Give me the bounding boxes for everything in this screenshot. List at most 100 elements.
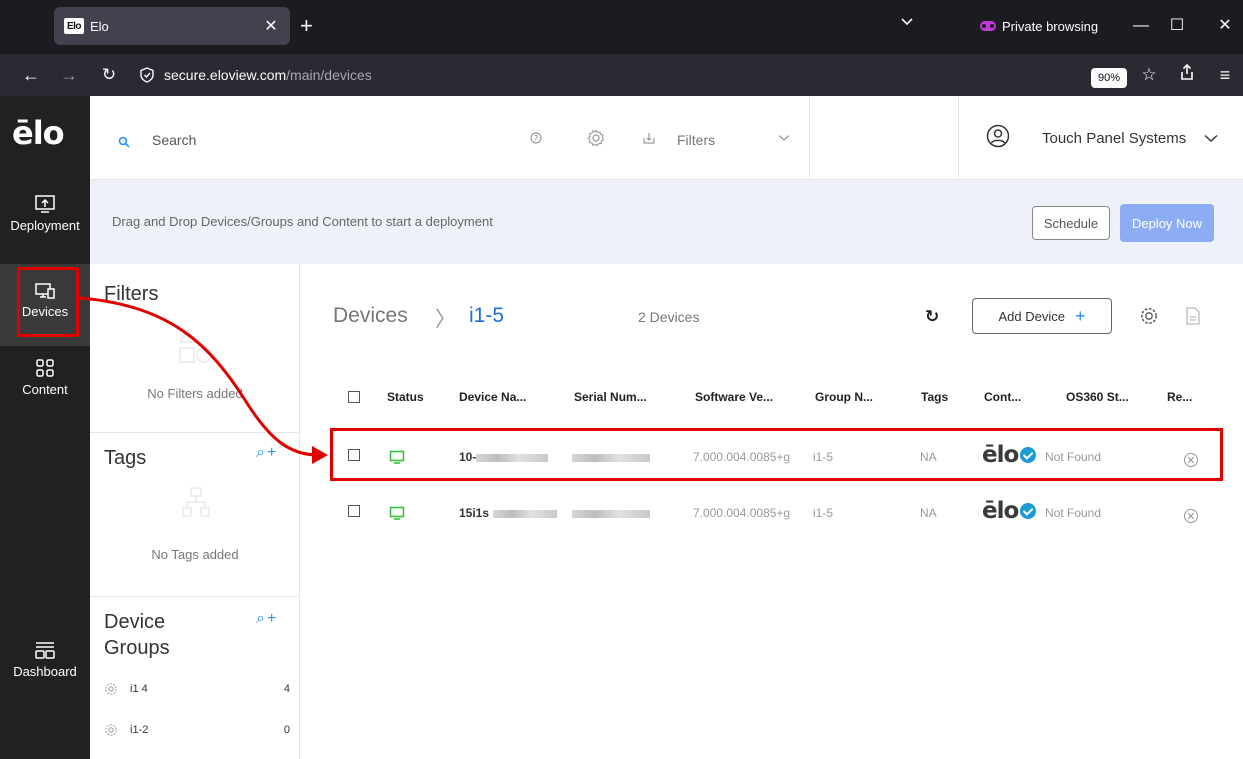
forward-arrow-icon[interactable]: → — [56, 62, 82, 88]
search-icon[interactable] — [118, 136, 130, 148]
column-header-group-name[interactable]: Group N... — [815, 390, 873, 404]
select-all-checkbox[interactable] — [348, 391, 360, 403]
breadcrumb-devices[interactable]: Devices — [333, 304, 408, 328]
devices-main: Devices 〉 i1-5 2 Devices ↻ Add Device + … — [301, 264, 1243, 759]
serial-number-cell — [572, 506, 650, 520]
reload-icon[interactable]: ↻ — [96, 62, 122, 88]
group-name: i1 4 — [130, 683, 148, 695]
help-icon[interactable]: ? — [530, 132, 542, 147]
panel-divider — [90, 596, 300, 597]
tab-list-chevron-icon[interactable] — [900, 14, 914, 30]
header-divider — [809, 96, 810, 180]
share-icon[interactable] — [1174, 62, 1200, 88]
nav-label-deployment: Deployment — [10, 218, 80, 233]
refresh-icon[interactable]: ↻ — [925, 307, 939, 327]
window-close-icon[interactable]: ✕ — [1210, 12, 1240, 40]
remove-circle-x-icon[interactable] — [1183, 508, 1199, 524]
svg-text:?: ? — [534, 134, 538, 143]
devices-highlight-box — [17, 267, 79, 337]
software-version-cell: 7.000.004.0085+g — [693, 506, 791, 520]
filters-dropdown[interactable]: Filters — [677, 132, 715, 148]
add-device-label: Add Device — [998, 308, 1065, 324]
column-header-os360-status[interactable]: OS360 St... — [1066, 390, 1129, 404]
column-header-software-version[interactable]: Software Ve... — [695, 390, 773, 404]
groups-search-add-icon[interactable]: ⌕+ — [256, 610, 278, 628]
deployment-banner: Drag and Drop Devices/Groups and Content… — [90, 180, 1243, 264]
column-header-serial-number[interactable]: Serial Num... — [574, 390, 647, 404]
device-count: 2 Devices — [638, 309, 700, 325]
side-navigation: ēlo Deployment Devices Content Dashboard — [0, 96, 90, 759]
url-host: secure.eloview.com — [164, 67, 287, 83]
bookmark-star-icon[interactable]: ☆ — [1136, 62, 1162, 88]
export-document-icon[interactable] — [1185, 306, 1201, 326]
nav-item-content[interactable]: Content — [0, 358, 90, 412]
minimize-icon[interactable]: — — [1126, 12, 1156, 40]
nav-label-content: Content — [22, 382, 68, 397]
elo-favicon-icon: Elo — [64, 18, 84, 34]
device-online-status-icon — [389, 506, 405, 520]
nav-label-dashboard: Dashboard — [13, 664, 77, 679]
tab-close-icon[interactable]: ✕ — [262, 16, 280, 36]
nav-item-deployment[interactable]: Deployment — [0, 194, 90, 252]
zoom-level-badge[interactable]: 90% — [1091, 68, 1128, 88]
maximize-icon[interactable]: ☐ — [1162, 12, 1192, 40]
deployment-icon — [35, 195, 55, 213]
deploy-now-button[interactable]: Deploy Now — [1120, 204, 1214, 242]
row-checkbox[interactable] — [348, 505, 360, 517]
device-group-row[interactable]: i1-2 0 — [104, 719, 290, 741]
settings-gear-icon[interactable] — [587, 129, 605, 147]
private-mask-icon — [980, 21, 996, 31]
user-avatar-icon[interactable] — [986, 124, 1010, 148]
add-device-button[interactable]: Add Device + — [972, 298, 1112, 334]
header-divider — [958, 96, 959, 180]
dashboard-icon — [35, 642, 55, 659]
column-header-tags[interactable]: Tags — [921, 390, 948, 404]
device-name: 15i1s — [459, 506, 490, 520]
browser-navbar: ← → ↻ secure.eloview.com/main/devices 90… — [0, 54, 1243, 96]
browser-tab[interactable]: Elo Elo ✕ — [54, 7, 290, 45]
verified-check-icon — [1020, 503, 1037, 519]
column-header-content[interactable]: Cont... — [984, 390, 1021, 404]
group-name-cell: i1-5 — [813, 506, 834, 520]
group-gear-icon — [105, 683, 117, 695]
panel-divider — [90, 432, 300, 433]
shapes-placeholder-icon — [179, 329, 212, 363]
redacted-text — [493, 509, 558, 518]
organization-name[interactable]: Touch Panel Systems — [1042, 130, 1186, 147]
device-groups-title-line1: Device — [104, 611, 166, 633]
schedule-button[interactable]: Schedule — [1032, 206, 1110, 240]
chevron-down-icon[interactable] — [778, 134, 790, 142]
url-path: /main/devices — [286, 67, 372, 83]
tags-title: Tags — [104, 447, 147, 469]
plus-icon: + — [1074, 305, 1086, 326]
group-gear-icon — [105, 724, 117, 736]
back-arrow-icon[interactable]: ← — [18, 62, 44, 88]
nav-item-dashboard[interactable]: Dashboard — [0, 640, 90, 694]
menu-hamburger-icon[interactable]: ≡ — [1212, 62, 1238, 88]
breadcrumb-separator: 〉 — [435, 308, 456, 331]
breadcrumb-group: i1-5 — [469, 304, 505, 327]
org-chevron-down-icon[interactable] — [1204, 134, 1218, 143]
table-settings-gear-icon[interactable] — [1139, 306, 1159, 326]
left-panel: Filters No Filters added Tags ⌕+ No Tags… — [90, 264, 300, 759]
redacted-text — [572, 509, 650, 518]
filter-icon[interactable] — [642, 131, 656, 145]
private-browsing-indicator: Private browsing — [980, 12, 1098, 40]
column-header-status[interactable]: Status — [387, 390, 424, 404]
column-header-remove[interactable]: Re... — [1167, 390, 1192, 404]
search-input[interactable]: Search — [152, 132, 196, 148]
elo-content-logo: ēlo — [982, 498, 1019, 524]
group-name: i1-2 — [130, 724, 149, 736]
tags-search-add-icon[interactable]: ⌕+ — [256, 444, 278, 462]
group-count: 4 — [283, 683, 290, 695]
tags-empty-text: No Tags added — [151, 547, 239, 562]
column-header-device-name[interactable]: Device Na... — [459, 390, 526, 404]
tags-cell: NA — [920, 506, 937, 520]
filters-title: Filters — [104, 283, 159, 305]
device-group-row[interactable]: i1 4 4 — [104, 678, 290, 700]
device-groups-title-line2: Groups — [104, 637, 170, 659]
group-count: 0 — [283, 724, 290, 736]
address-bar[interactable]: secure.eloview.com/main/devices — [140, 62, 372, 88]
new-tab-icon[interactable]: + — [300, 12, 313, 40]
shield-icon — [140, 67, 154, 83]
